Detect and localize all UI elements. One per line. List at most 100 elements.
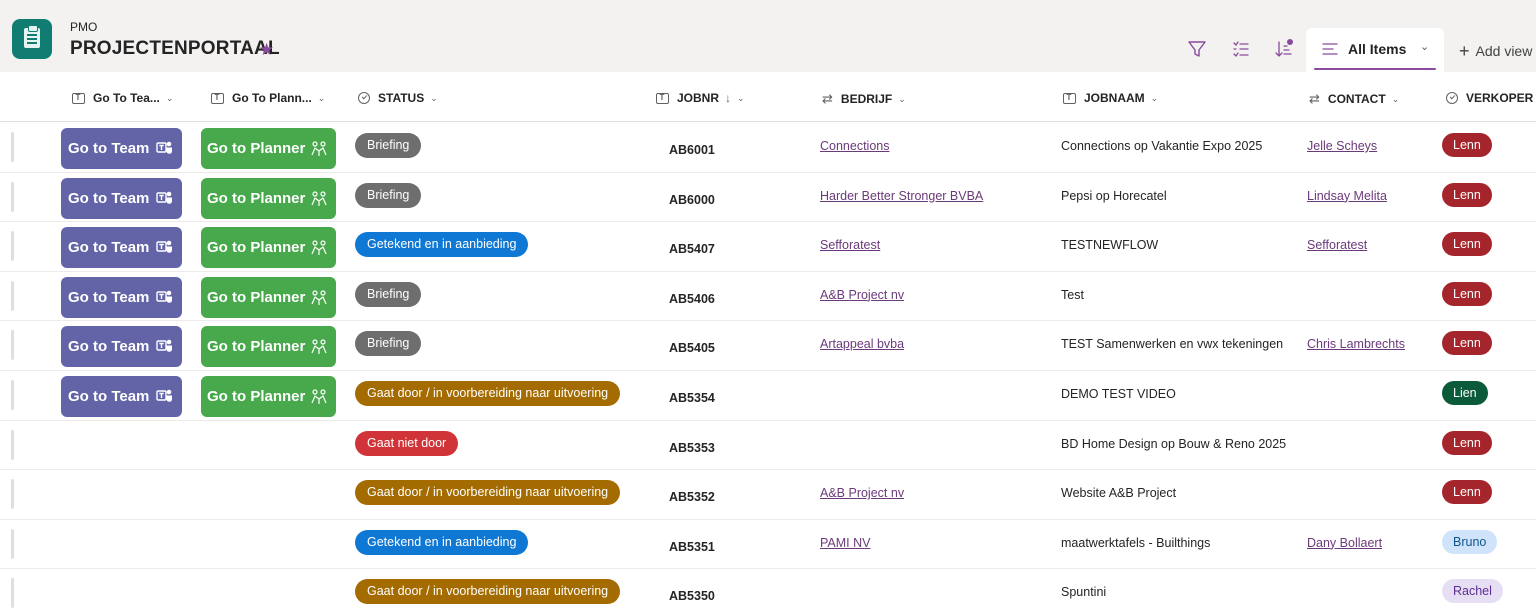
bedrijf-link[interactable]: Connections bbox=[820, 139, 890, 153]
text-column-icon bbox=[72, 92, 85, 104]
go-to-planner-button[interactable]: Go to Planner bbox=[201, 326, 336, 368]
go-to-planner-button[interactable]: Go to Planner bbox=[201, 177, 336, 219]
verkoper-badge: Lenn bbox=[1442, 331, 1492, 356]
group-by-icon[interactable] bbox=[1230, 38, 1252, 60]
go-to-team-button[interactable]: Go to Team bbox=[61, 128, 182, 169]
contact-link[interactable]: Lindsay Melita bbox=[1307, 189, 1387, 203]
site-logo-icon[interactable] bbox=[12, 19, 52, 59]
planner-icon bbox=[311, 290, 327, 305]
row-select-handle[interactable] bbox=[11, 231, 14, 262]
jobnr-cell: AB5405 bbox=[669, 341, 715, 356]
table-row[interactable]: Gaat door / in voorbereiding naar uitvoe… bbox=[0, 470, 1536, 520]
bedrijf-link[interactable]: PAMI NV bbox=[820, 536, 870, 550]
planner-icon bbox=[311, 339, 327, 355]
table-row[interactable]: Go to Team Go to Planner Gaat door / in vo… bbox=[0, 371, 1536, 421]
table-row[interactable]: Go to Team Go to Planner Briefing AB5405 Art… bbox=[0, 321, 1536, 371]
text-column-icon bbox=[211, 92, 224, 104]
table-row[interactable]: Go to Team Go to Planner Getekend en in aa… bbox=[0, 222, 1536, 272]
bedrijf-link[interactable]: Harder Better Stronger BVBA bbox=[820, 189, 983, 203]
verkoper-badge: Lenn bbox=[1442, 133, 1492, 157]
page-title: PROJECTENPORTAAL bbox=[70, 38, 280, 59]
table-row[interactable]: Go to Team Go to Planner Briefing AB6001 Con… bbox=[0, 123, 1536, 173]
column-header-go-to-team[interactable]: Go To Tea...⌄ bbox=[72, 91, 173, 105]
view-tab-all-items[interactable]: All Items ⌄ bbox=[1306, 28, 1444, 72]
choice-column-icon bbox=[358, 92, 370, 104]
jobnaam-cell: DEMO TEST VIDEO bbox=[1061, 387, 1176, 401]
bedrijf-link[interactable]: A&B Project nv bbox=[820, 486, 904, 500]
text-column-icon bbox=[656, 92, 669, 104]
table-row[interactable]: Gaat niet door AB5353 BD Home Design op Bo… bbox=[0, 421, 1536, 471]
row-select-handle[interactable] bbox=[11, 380, 14, 410]
teams-icon bbox=[156, 290, 172, 303]
jobnr-cell: AB5407 bbox=[669, 242, 715, 257]
contact-link[interactable]: Jelle Scheys bbox=[1307, 139, 1377, 153]
bedrijf-link[interactable]: A&B Project nv bbox=[820, 288, 904, 302]
view-lines-icon bbox=[1322, 43, 1338, 55]
filter-icon[interactable] bbox=[1186, 38, 1208, 60]
list-header: PMO PROJECTENPORTAAL ★ All Items ⌄ + Add … bbox=[0, 0, 1536, 72]
jobnr-cell: AB5350 bbox=[669, 589, 715, 604]
row-select-handle[interactable] bbox=[11, 528, 14, 559]
row-select-handle[interactable] bbox=[11, 132, 14, 162]
row-select-handle[interactable] bbox=[11, 330, 14, 361]
site-name[interactable]: PMO bbox=[70, 20, 97, 34]
verkoper-badge: Rachel bbox=[1442, 579, 1503, 604]
go-to-team-button[interactable]: Go to Team bbox=[61, 376, 182, 417]
jobnr-cell: AB5353 bbox=[669, 440, 715, 455]
jobnr-cell: AB6001 bbox=[669, 143, 715, 157]
go-to-planner-button[interactable]: Go to Planner bbox=[201, 227, 336, 269]
column-header-jobnaam[interactable]: JOBNAAM⌄ bbox=[1063, 91, 1158, 105]
go-to-planner-button[interactable]: Go to Planner bbox=[201, 376, 336, 417]
jobnr-cell: AB5354 bbox=[669, 391, 715, 405]
table-row[interactable]: Getekend en in aanbieding AB5351 PAMI NV ma… bbox=[0, 520, 1536, 570]
status-badge: Gaat niet door bbox=[355, 430, 459, 456]
jobnaam-cell: maatwerktafels - Builthings bbox=[1061, 535, 1211, 550]
chevron-down-icon: ⌄ bbox=[898, 93, 906, 104]
sort-icon[interactable] bbox=[1272, 38, 1294, 60]
table-row[interactable]: Gaat door / in voorbereiding naar uitvoe… bbox=[0, 569, 1536, 611]
table-row[interactable]: Go to Team Go to Planner Briefing AB6000 Har… bbox=[0, 173, 1536, 223]
column-header-status[interactable]: STATUS ⌄ bbox=[358, 91, 438, 105]
chevron-down-icon[interactable]: ⌄ bbox=[1420, 40, 1429, 53]
row-select-handle[interactable] bbox=[11, 280, 14, 311]
column-header-bedrijf[interactable]: ⇄ BEDRIJF ⌄ bbox=[822, 91, 906, 107]
go-to-planner-button[interactable]: Go to Planner bbox=[201, 128, 336, 169]
go-to-team-button[interactable]: Go to Team bbox=[61, 326, 182, 368]
lookup-column-icon: ⇄ bbox=[822, 91, 833, 106]
bedrijf-link[interactable]: Artappeal bvba bbox=[820, 337, 904, 351]
planner-icon bbox=[311, 240, 327, 256]
plus-icon: + bbox=[1459, 41, 1470, 61]
status-badge: Getekend en in aanbieding bbox=[355, 529, 529, 555]
contact-link[interactable]: Sefforatest bbox=[1307, 238, 1367, 252]
column-header-contact[interactable]: ⇄ CONTACT ⌄ bbox=[1309, 91, 1399, 107]
row-select-handle[interactable] bbox=[11, 429, 14, 460]
bedrijf-link[interactable]: Sefforatest bbox=[820, 238, 880, 252]
favorite-star-icon[interactable]: ★ bbox=[259, 40, 274, 60]
verkoper-badge: Lien bbox=[1442, 381, 1488, 405]
go-to-planner-button[interactable]: Go to Planner bbox=[201, 276, 336, 318]
status-badge: Gaat door / in voorbereiding naar uitvoe… bbox=[355, 480, 621, 506]
row-select-handle[interactable] bbox=[11, 578, 14, 609]
table-row[interactable]: Go to Team Go to Planner Briefing AB5406 A&B… bbox=[0, 272, 1536, 322]
jobnr-cell: AB5352 bbox=[669, 490, 715, 505]
row-select-handle[interactable] bbox=[11, 181, 14, 212]
verkoper-badge: Bruno bbox=[1442, 529, 1498, 554]
jobnaam-cell: TEST Samenwerken en vwx tekeningen bbox=[1061, 337, 1284, 352]
go-to-team-button[interactable]: Go to Team bbox=[61, 177, 182, 219]
row-select-handle[interactable] bbox=[11, 479, 14, 510]
contact-link[interactable]: Dany Bollaert bbox=[1307, 536, 1382, 550]
jobnr-cell: AB5406 bbox=[669, 291, 715, 306]
column-header-go-to-planner[interactable]: Go To Plann...⌄ bbox=[211, 91, 325, 105]
chevron-down-icon: ⌄ bbox=[737, 92, 745, 103]
text-column-icon bbox=[1063, 92, 1076, 104]
column-header-jobnr[interactable]: JOBNR↓⌄ bbox=[656, 91, 745, 105]
go-to-team-button[interactable]: Go to Team bbox=[61, 227, 182, 269]
contact-link[interactable]: Chris Lambrechts bbox=[1307, 337, 1405, 351]
add-view-button[interactable]: + Add view bbox=[1459, 40, 1532, 61]
jobnr-cell: AB6000 bbox=[669, 192, 715, 207]
status-badge: Gaat door / in voorbereiding naar uitvoe… bbox=[355, 579, 621, 605]
column-header-verkoper[interactable]: VERKOPER bbox=[1446, 91, 1533, 105]
go-to-team-button[interactable]: Go to Team bbox=[61, 276, 182, 318]
chevron-down-icon: ⌄ bbox=[1391, 93, 1400, 104]
view-tab-label: All Items bbox=[1348, 41, 1407, 57]
